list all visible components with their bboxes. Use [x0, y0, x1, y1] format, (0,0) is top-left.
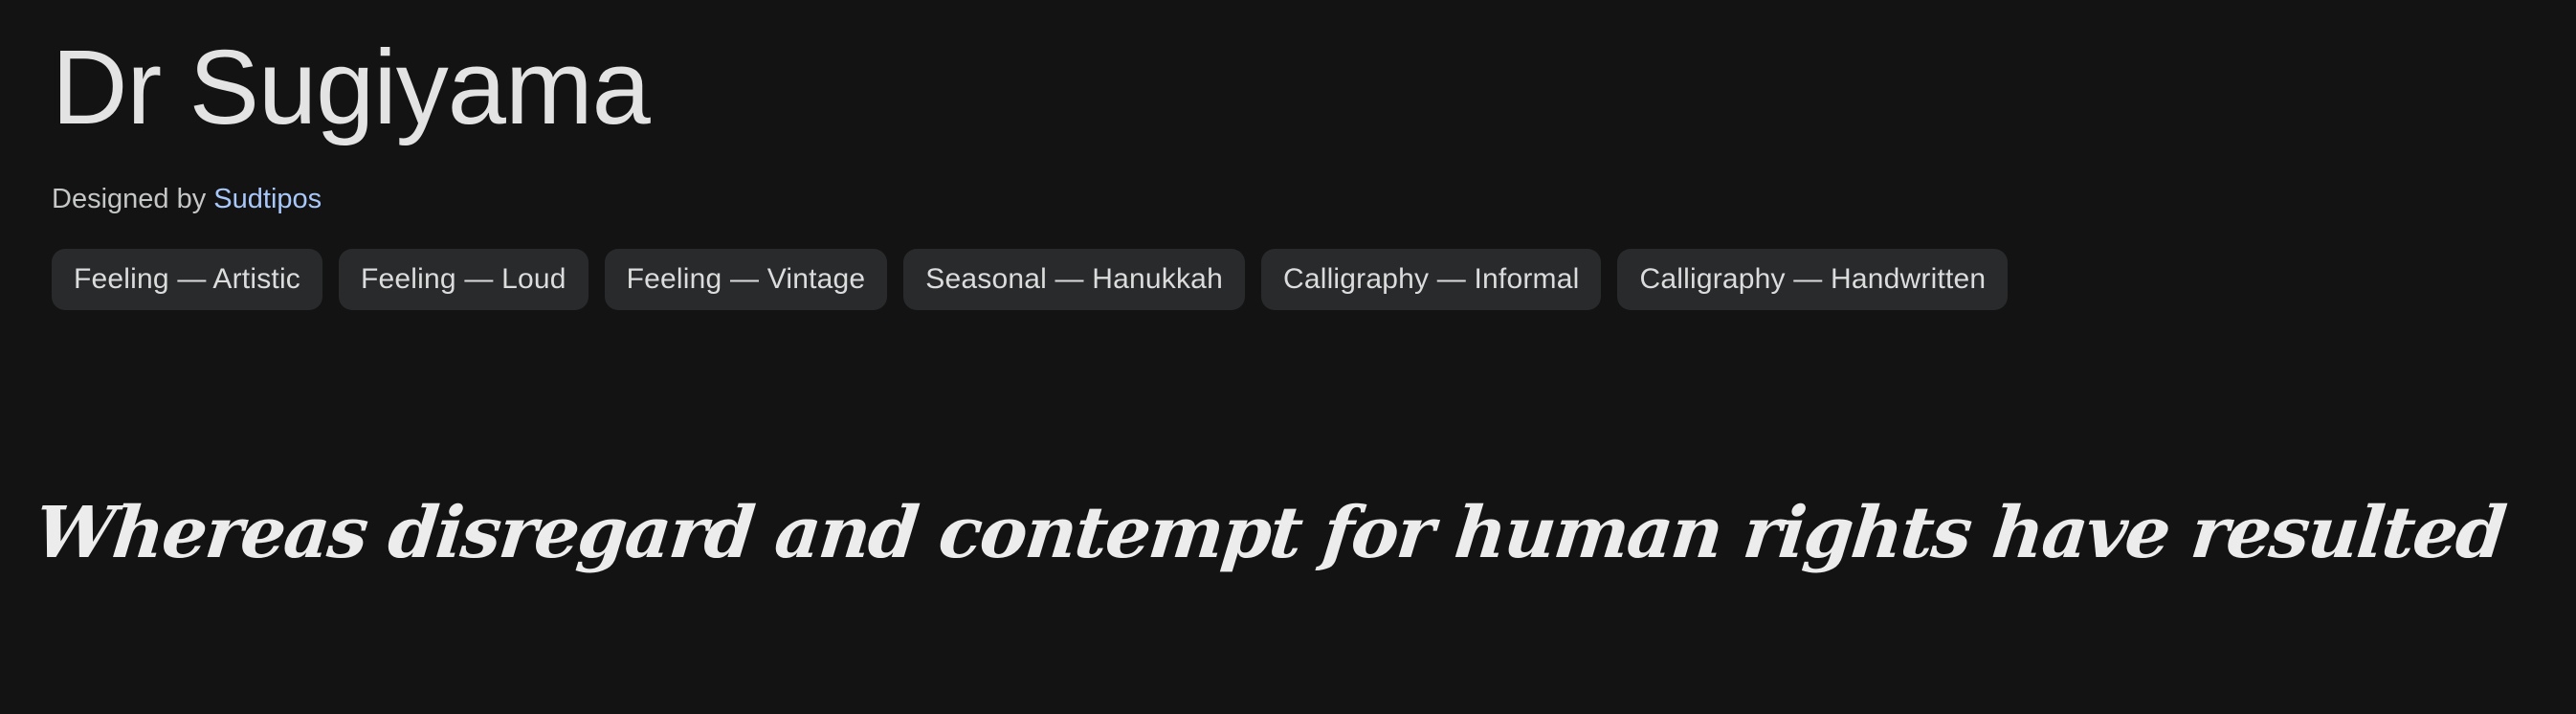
tag-seasonal-hanukkah[interactable]: Seasonal — Hanukkah	[903, 249, 1245, 310]
font-detail-page: Dr Sugiyama Designed by Sudtipos Feeling…	[0, 0, 2576, 714]
tag-feeling-loud[interactable]: Feeling — Loud	[339, 249, 588, 310]
font-title: Dr Sugiyama	[52, 29, 651, 146]
tag-calligraphy-handwritten[interactable]: Calligraphy — Handwritten	[1617, 249, 2009, 310]
designer-link[interactable]: Sudtipos	[213, 184, 322, 214]
designer-line: Designed by Sudtipos	[52, 180, 322, 218]
tag-feeling-vintage[interactable]: Feeling — Vintage	[604, 249, 888, 310]
tag-calligraphy-informal[interactable]: Calligraphy — Informal	[1260, 249, 1602, 310]
designed-by-label: Designed by	[52, 184, 207, 214]
tag-feeling-artistic[interactable]: Feeling — Artistic	[52, 249, 323, 310]
tag-list: Feeling — Artistic Feeling — Loud Feelin…	[52, 249, 2009, 310]
font-specimen-text: Whereas disregard and contempt for human…	[31, 492, 2509, 574]
